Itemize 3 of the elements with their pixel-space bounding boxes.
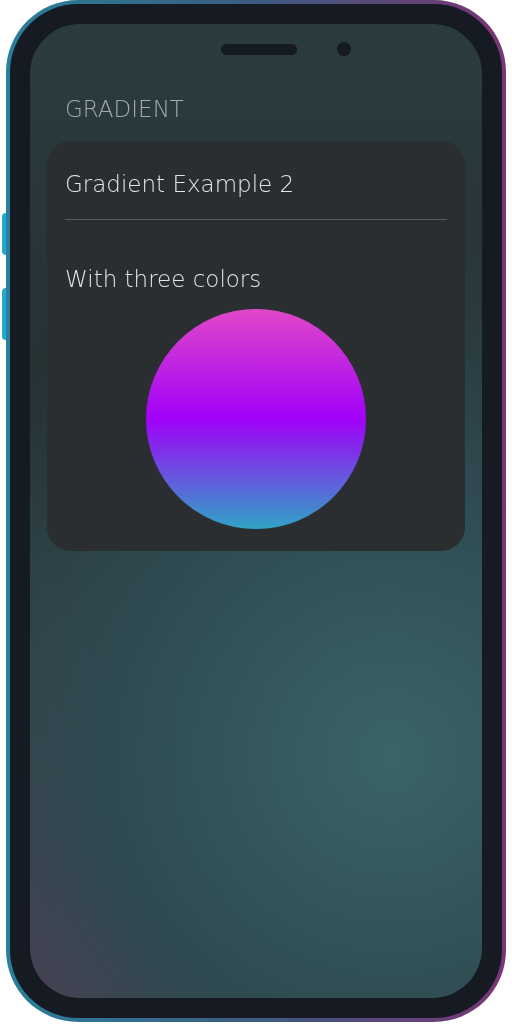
card-title: Gradient Example 2 <box>65 169 296 199</box>
section-title: GRADIENT <box>64 95 185 124</box>
card-subtitle: With three colors <box>65 265 263 294</box>
